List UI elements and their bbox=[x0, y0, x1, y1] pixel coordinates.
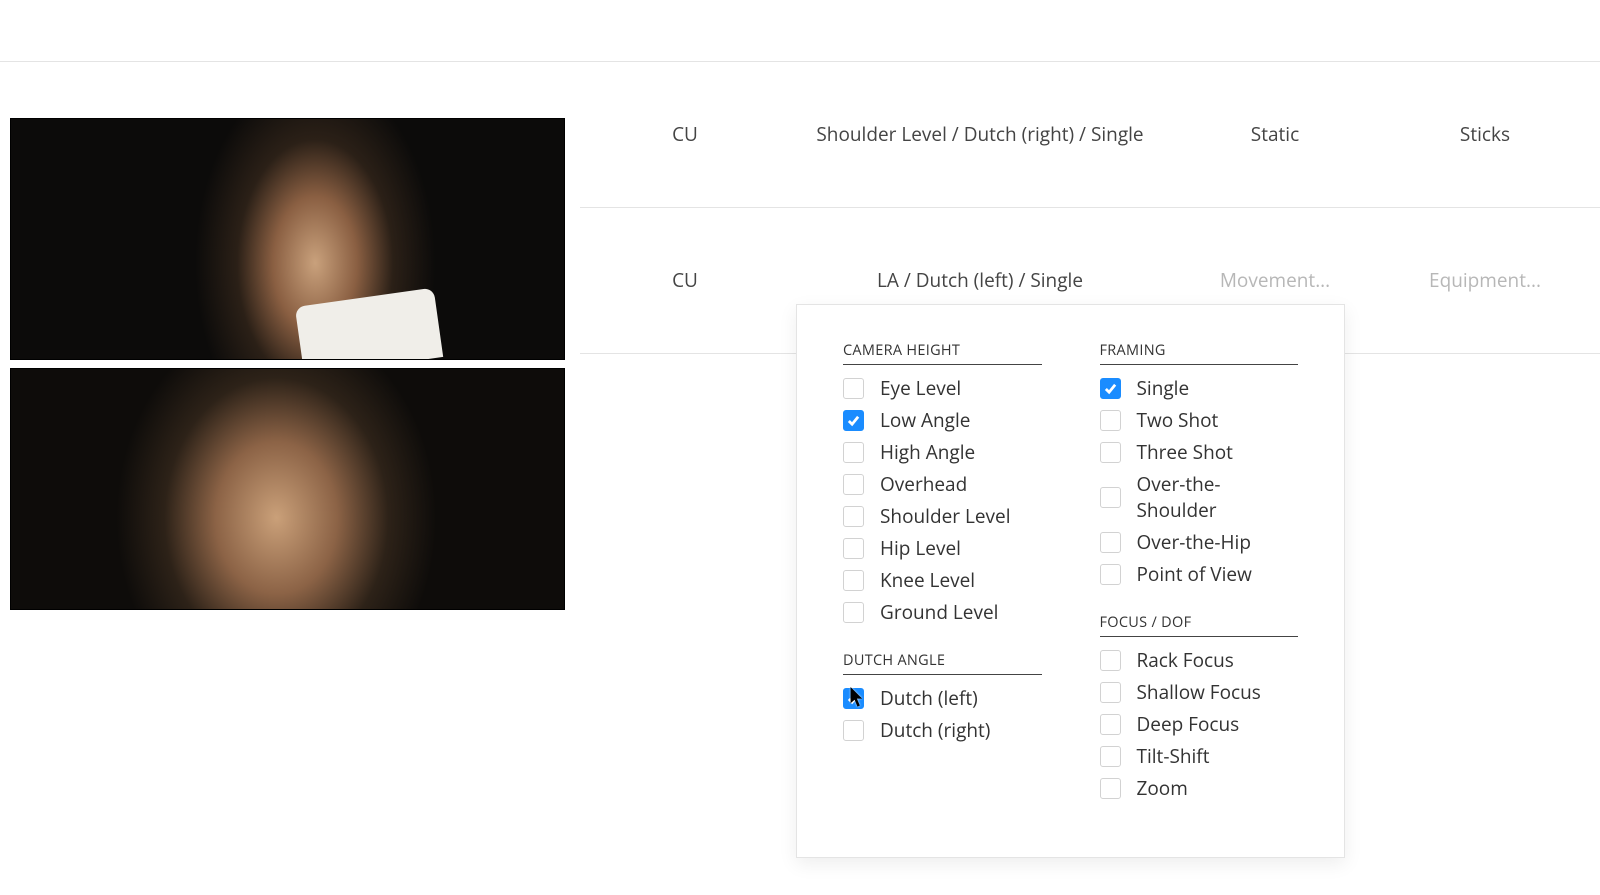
option-label: Low Angle bbox=[880, 407, 970, 433]
checkbox-icon[interactable] bbox=[1100, 532, 1121, 553]
camera-height-options: Eye Level Low Angle High Angle Overhead Shou… bbox=[843, 375, 1042, 625]
dropdown-right-column: FRAMING Single Two Shot Three Shot Over-the… bbox=[1100, 341, 1299, 827]
option-focus_dof-4[interactable]: Zoom bbox=[1100, 775, 1299, 801]
dropdown-left-column: CAMERA HEIGHT Eye Level Low Angle High Ang… bbox=[843, 341, 1042, 827]
option-framing-3[interactable]: Over-the-Shoulder bbox=[1100, 471, 1299, 523]
option-camera_height-3[interactable]: Overhead bbox=[843, 471, 1042, 497]
movement-cell[interactable]: Static bbox=[1170, 122, 1380, 148]
shot-size-cell[interactable]: CU bbox=[580, 268, 790, 294]
checkbox-icon[interactable] bbox=[1100, 682, 1121, 703]
checkbox-icon[interactable] bbox=[843, 688, 864, 709]
option-framing-0[interactable]: Single bbox=[1100, 375, 1299, 401]
option-dutch_angle-0[interactable]: Dutch (left) bbox=[843, 685, 1042, 711]
option-label: Eye Level bbox=[880, 375, 961, 401]
header-spacer bbox=[0, 0, 1600, 62]
checkbox-icon[interactable] bbox=[1100, 442, 1121, 463]
angle-cell[interactable]: LA / Dutch (left) / Single bbox=[790, 268, 1170, 294]
option-label: Dutch (left) bbox=[880, 685, 978, 711]
angle-cell[interactable]: Shoulder Level / Dutch (right) / Single bbox=[790, 122, 1170, 148]
option-label: Overhead bbox=[880, 471, 967, 497]
option-camera_height-1[interactable]: Low Angle bbox=[843, 407, 1042, 433]
angle-options-dropdown[interactable]: CAMERA HEIGHT Eye Level Low Angle High Ang… bbox=[796, 304, 1345, 858]
section-title-framing: FRAMING bbox=[1100, 341, 1299, 365]
checkbox-icon[interactable] bbox=[1100, 564, 1121, 585]
option-framing-4[interactable]: Over-the-Hip bbox=[1100, 529, 1299, 555]
checkbox-icon[interactable] bbox=[843, 602, 864, 623]
option-camera_height-2[interactable]: High Angle bbox=[843, 439, 1042, 465]
option-label: Shoulder Level bbox=[880, 503, 1011, 529]
option-label: Zoom bbox=[1137, 775, 1188, 801]
thumbnail-column bbox=[0, 62, 580, 620]
checkbox-icon[interactable] bbox=[843, 720, 864, 741]
option-focus_dof-2[interactable]: Deep Focus bbox=[1100, 711, 1299, 737]
framing-options: Single Two Shot Three Shot Over-the-Shoulde… bbox=[1100, 375, 1299, 587]
option-label: Over-the-Hip bbox=[1137, 529, 1251, 555]
section-title-focus-dof: FOCUS / DOF bbox=[1100, 613, 1299, 637]
option-focus_dof-1[interactable]: Shallow Focus bbox=[1100, 679, 1299, 705]
section-title-dutch-angle: DUTCH ANGLE bbox=[843, 651, 1042, 675]
checkbox-icon[interactable] bbox=[843, 442, 864, 463]
option-dutch_angle-1[interactable]: Dutch (right) bbox=[843, 717, 1042, 743]
option-label: Deep Focus bbox=[1137, 711, 1240, 737]
shot-thumbnail-1[interactable] bbox=[10, 118, 565, 360]
option-framing-5[interactable]: Point of View bbox=[1100, 561, 1299, 587]
option-label: Knee Level bbox=[880, 567, 975, 593]
option-framing-2[interactable]: Three Shot bbox=[1100, 439, 1299, 465]
option-camera_height-4[interactable]: Shoulder Level bbox=[843, 503, 1042, 529]
option-label: Hip Level bbox=[880, 535, 961, 561]
checkbox-icon[interactable] bbox=[843, 378, 864, 399]
checkbox-icon[interactable] bbox=[843, 570, 864, 591]
option-label: Single bbox=[1137, 375, 1190, 401]
option-label: Point of View bbox=[1137, 561, 1252, 587]
checkbox-icon[interactable] bbox=[1100, 410, 1121, 431]
option-label: Three Shot bbox=[1137, 439, 1233, 465]
option-camera_height-5[interactable]: Hip Level bbox=[843, 535, 1042, 561]
option-label: Ground Level bbox=[880, 599, 998, 625]
checkbox-icon[interactable] bbox=[1100, 487, 1121, 508]
option-label: Two Shot bbox=[1137, 407, 1219, 433]
option-camera_height-0[interactable]: Eye Level bbox=[843, 375, 1042, 401]
checkbox-icon[interactable] bbox=[1100, 714, 1121, 735]
option-label: High Angle bbox=[880, 439, 975, 465]
checkbox-icon[interactable] bbox=[1100, 650, 1121, 671]
option-focus_dof-0[interactable]: Rack Focus bbox=[1100, 647, 1299, 673]
checkbox-icon[interactable] bbox=[1100, 746, 1121, 767]
shot-size-cell[interactable]: CU bbox=[580, 122, 790, 148]
dutch-angle-options: Dutch (left) Dutch (right) bbox=[843, 685, 1042, 743]
checkbox-icon[interactable] bbox=[1100, 378, 1121, 399]
option-label: Dutch (right) bbox=[880, 717, 990, 743]
table-row[interactable]: CU Shoulder Level / Dutch (right) / Sing… bbox=[580, 62, 1600, 208]
option-label: Over-the-Shoulder bbox=[1137, 471, 1299, 523]
option-camera_height-7[interactable]: Ground Level bbox=[843, 599, 1042, 625]
checkbox-icon[interactable] bbox=[843, 506, 864, 527]
option-camera_height-6[interactable]: Knee Level bbox=[843, 567, 1042, 593]
option-label: Shallow Focus bbox=[1137, 679, 1261, 705]
checkbox-icon[interactable] bbox=[843, 538, 864, 559]
checkbox-icon[interactable] bbox=[843, 474, 864, 495]
checkbox-icon[interactable] bbox=[843, 410, 864, 431]
option-label: Tilt-Shift bbox=[1137, 743, 1210, 769]
equipment-cell[interactable]: Equipment... bbox=[1380, 268, 1590, 294]
option-label: Rack Focus bbox=[1137, 647, 1234, 673]
equipment-cell[interactable]: Sticks bbox=[1380, 122, 1590, 148]
focus-dof-options: Rack Focus Shallow Focus Deep Focus Tilt-Sh… bbox=[1100, 647, 1299, 801]
option-focus_dof-3[interactable]: Tilt-Shift bbox=[1100, 743, 1299, 769]
checkbox-icon[interactable] bbox=[1100, 778, 1121, 799]
shot-thumbnail-2[interactable] bbox=[10, 368, 565, 610]
movement-cell[interactable]: Movement... bbox=[1170, 268, 1380, 294]
section-title-camera-height: CAMERA HEIGHT bbox=[843, 341, 1042, 365]
option-framing-1[interactable]: Two Shot bbox=[1100, 407, 1299, 433]
